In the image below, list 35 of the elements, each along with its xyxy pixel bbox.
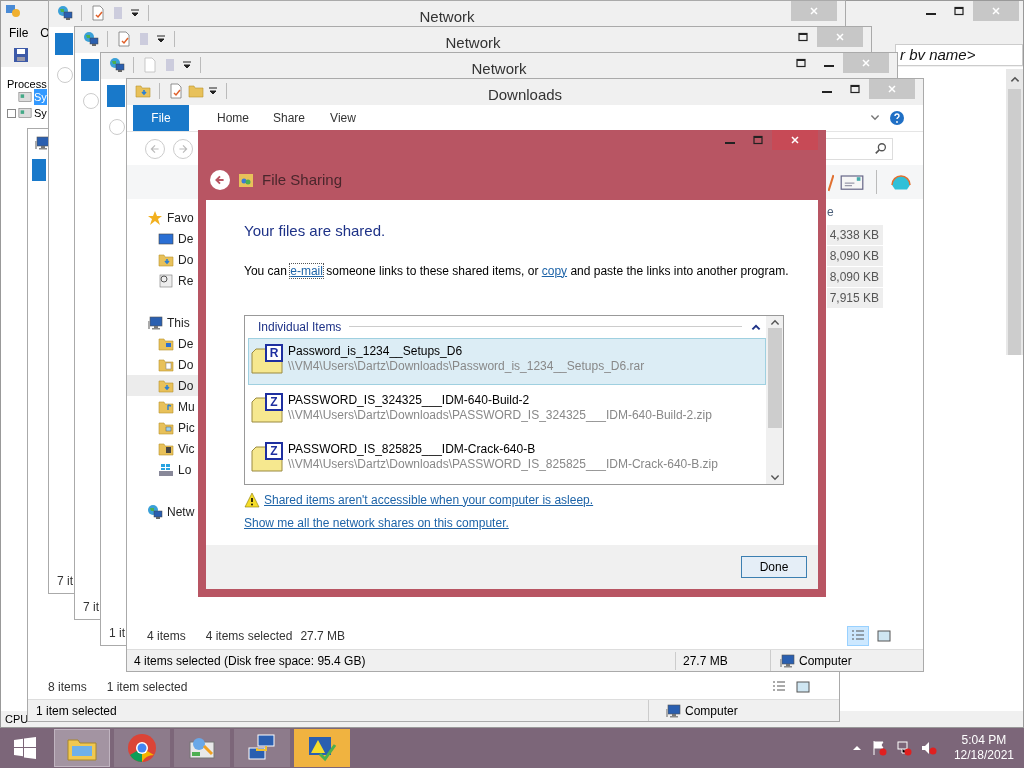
item-count: 1 it (109, 625, 125, 642)
location-text: Computer (685, 702, 738, 720)
selection-count: 1 item selected (106, 679, 188, 696)
file-name: Password_is_1234__Setups_D6 (288, 343, 464, 359)
selection-size: 27.7 MB (300, 628, 346, 645)
item-count: 7 it (57, 573, 73, 590)
table-cell: 7,915 KB (827, 288, 883, 309)
group-label: Individual Items (258, 318, 342, 336)
item-count: 4 items (147, 628, 186, 645)
item-count: 8 items (48, 679, 87, 696)
file-type-badge: Z (265, 441, 283, 460)
table-cell: 8,090 KB (827, 267, 883, 288)
window-title: Downloads (487, 85, 563, 105)
share-message: You can e-mail someone links to these shared items, or copy and paste the links into another program. (244, 262, 789, 279)
location-text: Computer (799, 652, 852, 670)
file-type-badge: Z (265, 392, 283, 411)
file-type-badge: R (265, 343, 283, 362)
item-count: 7 it (83, 599, 99, 616)
window-title: Network (419, 7, 475, 27)
file-path: \\VM4\Users\Dartz\Downloads\Password_is_1234__Setups_D6.rar (288, 358, 645, 374)
heading: Your files are shared. (244, 221, 387, 241)
file-path: \\VM4\Users\Dartz\Downloads\PASSWORD_IS_825825___IDM-Crack-640-B.zip (288, 456, 718, 472)
file-name: PASSWORD_IS_324325___IDM-640-Build-2 (288, 392, 531, 408)
size-text: 27.7 MB (675, 651, 770, 670)
selection-count: 4 items selected (205, 628, 293, 645)
status-text: CPU (5, 711, 29, 727)
status-text: 4 items selected (Disk free space: 95.4 GB) (133, 652, 367, 670)
table-cell: 4,338 KB (827, 225, 883, 246)
file-name: PASSWORD_IS_825825___IDM-Crack-640-B (288, 441, 537, 457)
dialog-title: File Sharing (262, 169, 343, 190)
file-path: \\VM4\Users\Dartz\Downloads\PASSWORD_IS_324325___IDM-640-Build-2.zip (288, 407, 712, 423)
status-text: 1 item selected (35, 702, 118, 720)
table-cell: 8,090 KB (827, 246, 883, 267)
window-title: Network (471, 59, 527, 79)
window-title: Network (445, 33, 501, 53)
